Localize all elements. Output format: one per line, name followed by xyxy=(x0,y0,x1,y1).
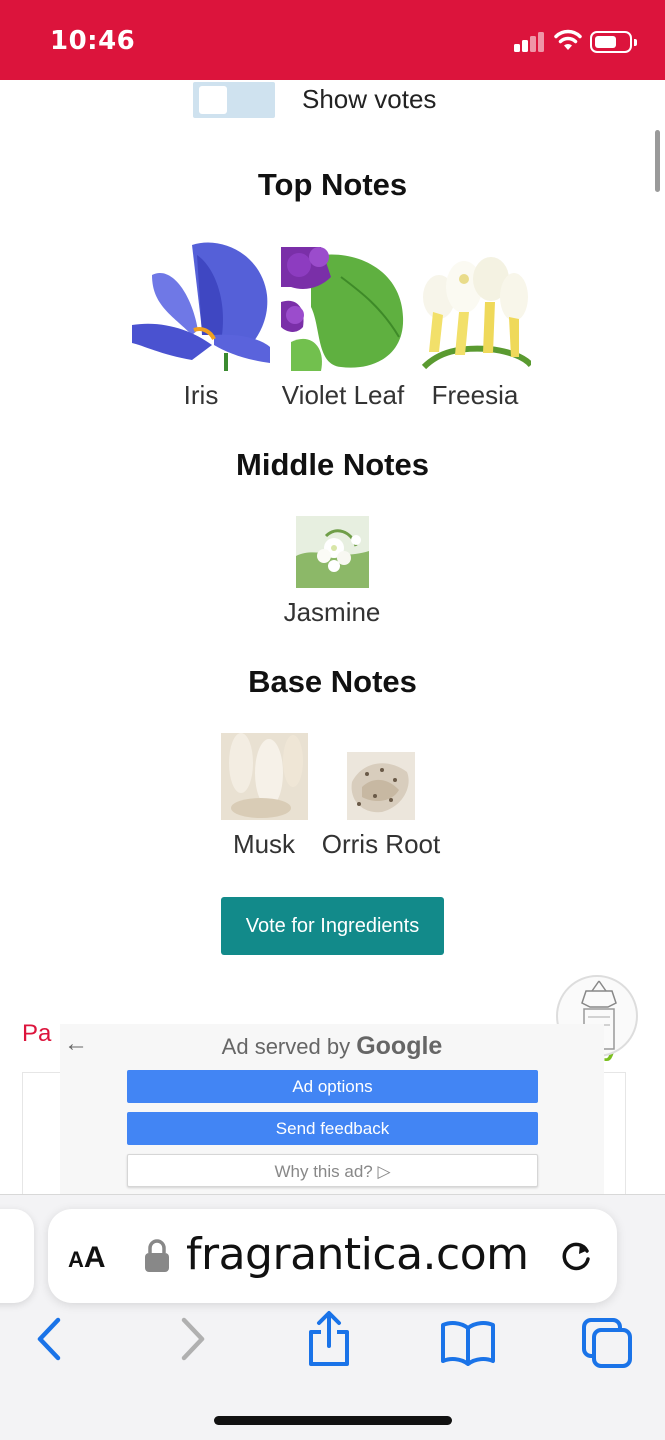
note-freesia[interactable]: Freesia xyxy=(414,257,536,411)
forward-chevron-icon[interactable] xyxy=(178,1316,208,1362)
url-text: fragrantica.com xyxy=(186,1229,529,1280)
note-label: Jasmine xyxy=(283,597,381,627)
note-label: Violet Leaf xyxy=(281,380,405,410)
note-orris-root[interactable]: Orris Root xyxy=(314,752,448,860)
reader-settings-button[interactable]: AA xyxy=(68,1241,106,1275)
note-label: Iris xyxy=(183,380,219,410)
previous-tab-preview[interactable] xyxy=(0,1209,34,1303)
cellular-signal-icon xyxy=(514,30,546,52)
violet-leaf-icon xyxy=(281,247,405,371)
aa-large-label: A xyxy=(83,1241,106,1274)
vote-for-ingredients-button[interactable]: Vote for Ingredients xyxy=(221,897,444,955)
google-ad-panel: ← Ad served by Google Ad options Send fe… xyxy=(60,1024,604,1199)
note-jasmine[interactable]: Jasmine xyxy=(272,516,392,628)
google-logo: Google xyxy=(356,1032,443,1060)
note-violet-leaf[interactable]: Violet Leaf xyxy=(275,247,411,411)
tabs-icon[interactable] xyxy=(580,1316,634,1370)
middle-notes-title: Middle Notes xyxy=(236,447,429,482)
home-indicator xyxy=(214,1416,452,1425)
aa-small-label: A xyxy=(68,1247,84,1272)
share-icon[interactable] xyxy=(306,1310,352,1368)
status-bar: 10:46 xyxy=(0,0,665,80)
ad-served-by-label: Ad served by xyxy=(221,1034,351,1059)
bookmarks-icon[interactable] xyxy=(440,1320,496,1366)
address-bar[interactable]: AA fragrantica.com xyxy=(48,1209,617,1303)
ad-options-button[interactable]: Ad options xyxy=(127,1070,538,1103)
note-iris[interactable]: Iris xyxy=(125,235,277,411)
why-this-ad-button[interactable]: Why this ad? ▷ xyxy=(127,1154,538,1187)
wifi-icon xyxy=(554,29,582,50)
top-notes-title: Top Notes xyxy=(257,167,408,202)
send-feedback-button[interactable]: Send feedback xyxy=(127,1112,538,1145)
battery-icon xyxy=(590,31,637,53)
orris-root-icon xyxy=(347,752,415,820)
note-label: Freesia xyxy=(431,380,519,410)
back-chevron-icon[interactable] xyxy=(34,1316,64,1362)
freesia-flower-icon xyxy=(419,257,534,371)
musk-icon xyxy=(220,733,308,820)
note-musk[interactable]: Musk xyxy=(220,733,308,860)
partial-text-left: Pa xyxy=(22,1020,52,1047)
show-votes-label: Show votes xyxy=(302,84,437,114)
show-votes-toggle[interactable] xyxy=(193,82,275,118)
status-time: 10:46 xyxy=(50,26,136,56)
reload-icon[interactable] xyxy=(560,1239,594,1273)
jasmine-flower-icon xyxy=(295,516,369,588)
note-label: Musk xyxy=(232,829,296,859)
iris-flower-icon xyxy=(132,235,270,371)
base-notes-title: Base Notes xyxy=(248,664,417,699)
ad-served-by: Ad served by Google xyxy=(60,1032,604,1061)
note-label: Orris Root xyxy=(321,829,441,859)
lock-icon xyxy=(145,1239,169,1272)
